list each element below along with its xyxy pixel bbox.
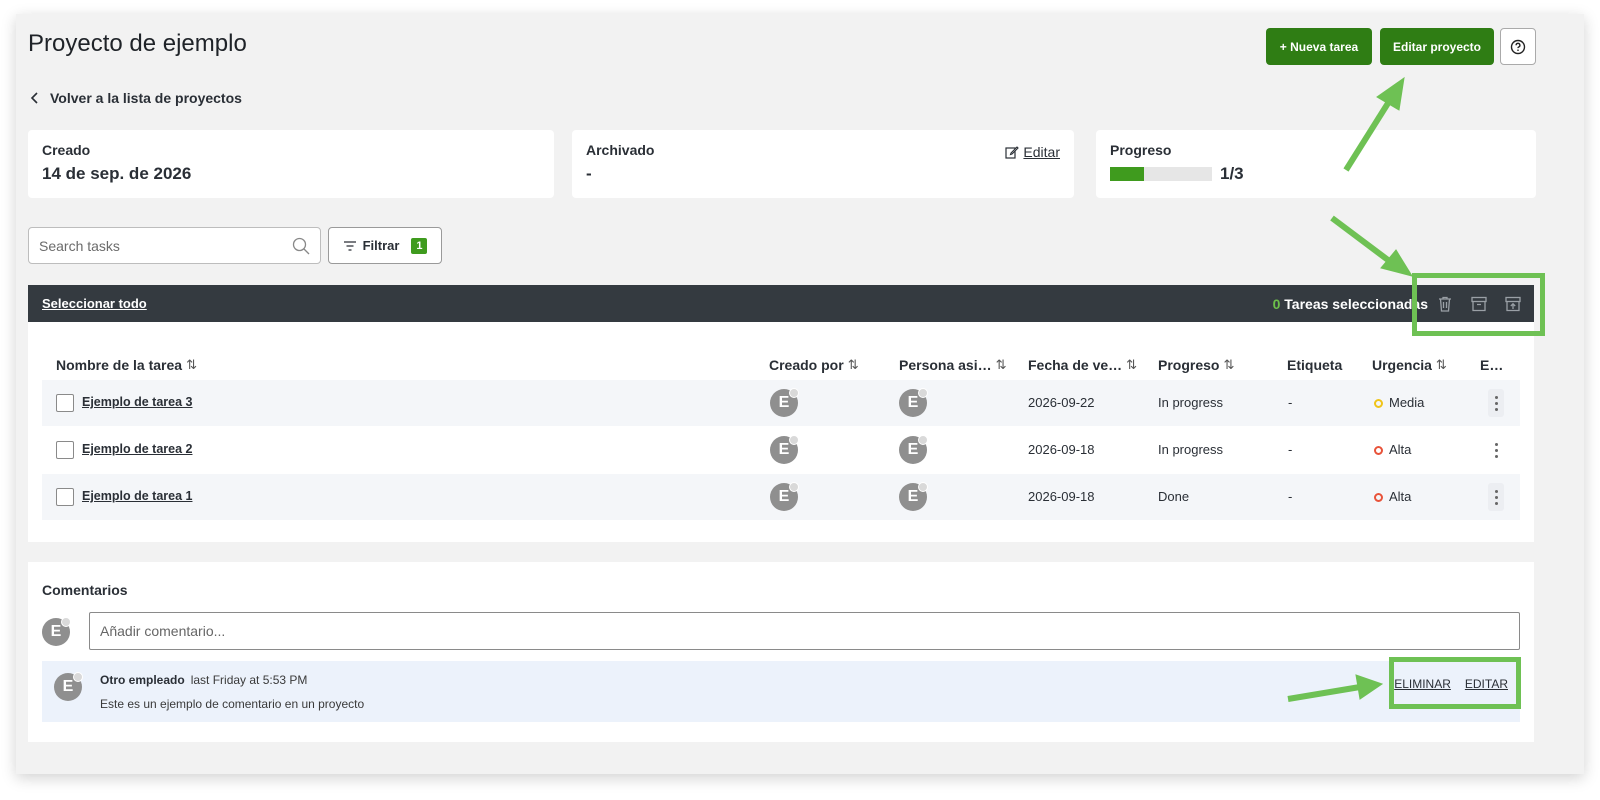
arrow-right-head (1355, 674, 1384, 700)
annotation-arrows (1287, 76, 1414, 702)
arrow-right-icon (1287, 684, 1361, 702)
arrow-down-icon (1330, 215, 1394, 266)
arrow-down-head (1380, 249, 1414, 277)
arrow-up-head (1376, 76, 1405, 111)
arrow-up-icon (1343, 98, 1393, 172)
